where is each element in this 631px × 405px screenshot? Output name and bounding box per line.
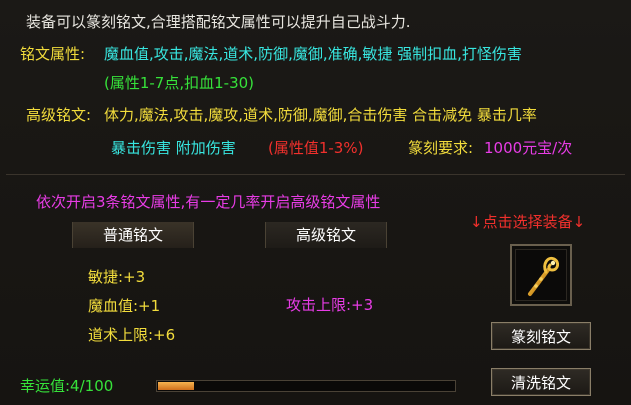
advanced-rune-range: (属性值1-3%) [268, 139, 364, 157]
normal-attr-1: 敏捷:+3 [88, 268, 146, 286]
luck-progress-fill [158, 382, 194, 390]
advanced-rune-list-line1: 体力,魔法,攻击,魔攻,道术,防御,魔御,合击伤害 合击减免 暴击几率 [104, 106, 537, 124]
rune-attrs-range: (属性1-7点,扣血1-30) [104, 74, 255, 92]
engrave-requirement-value: 1000元宝/次 [484, 139, 573, 157]
luck-label: 幸运值:4/100 [20, 377, 114, 395]
engrave-rune-button[interactable]: 篆刻铭文 [491, 322, 591, 350]
rune-engrave-panel: 装备可以篆刻铭文,合理搭配铭文属性可以提升自己战斗力. 铭文属性: 魔血值,攻击… [0, 0, 631, 405]
rune-attrs-list: 魔血值,攻击,魔法,道术,防御,魔御,准确,敏捷 强制扣血,打怪伤害 [104, 45, 522, 63]
equipment-slot[interactable] [510, 244, 572, 306]
section-divider [6, 174, 625, 175]
normal-attr-2: 魔血值:+1 [88, 297, 161, 315]
luck-progress-bar [156, 380, 456, 392]
advanced-rune-list-line2: 暴击伤害 附加伤害 [111, 139, 236, 157]
tab-advanced-rune[interactable]: 高级铭文 [265, 222, 387, 248]
normal-attr-3: 道术上限:+6 [88, 326, 176, 344]
wash-rune-button[interactable]: 清洗铭文 [491, 368, 591, 396]
advanced-attr-1: 攻击上限:+3 [286, 296, 374, 314]
golden-staff-icon [528, 256, 560, 296]
equipment-slot-frame [515, 249, 567, 301]
notice-text: 依次开启3条铭文属性,有一定几率开启高级铭文属性 [36, 193, 381, 211]
rune-attrs-label: 铭文属性: [20, 45, 86, 63]
intro-text: 装备可以篆刻铭文,合理搭配铭文属性可以提升自己战斗力. [26, 13, 411, 31]
engrave-requirement-label: 篆刻要求: [408, 139, 474, 157]
advanced-rune-label: 高级铭文: [26, 106, 92, 124]
equip-select-hint: ↓点击选择装备↓ [470, 213, 586, 231]
tab-normal-rune[interactable]: 普通铭文 [72, 222, 194, 248]
